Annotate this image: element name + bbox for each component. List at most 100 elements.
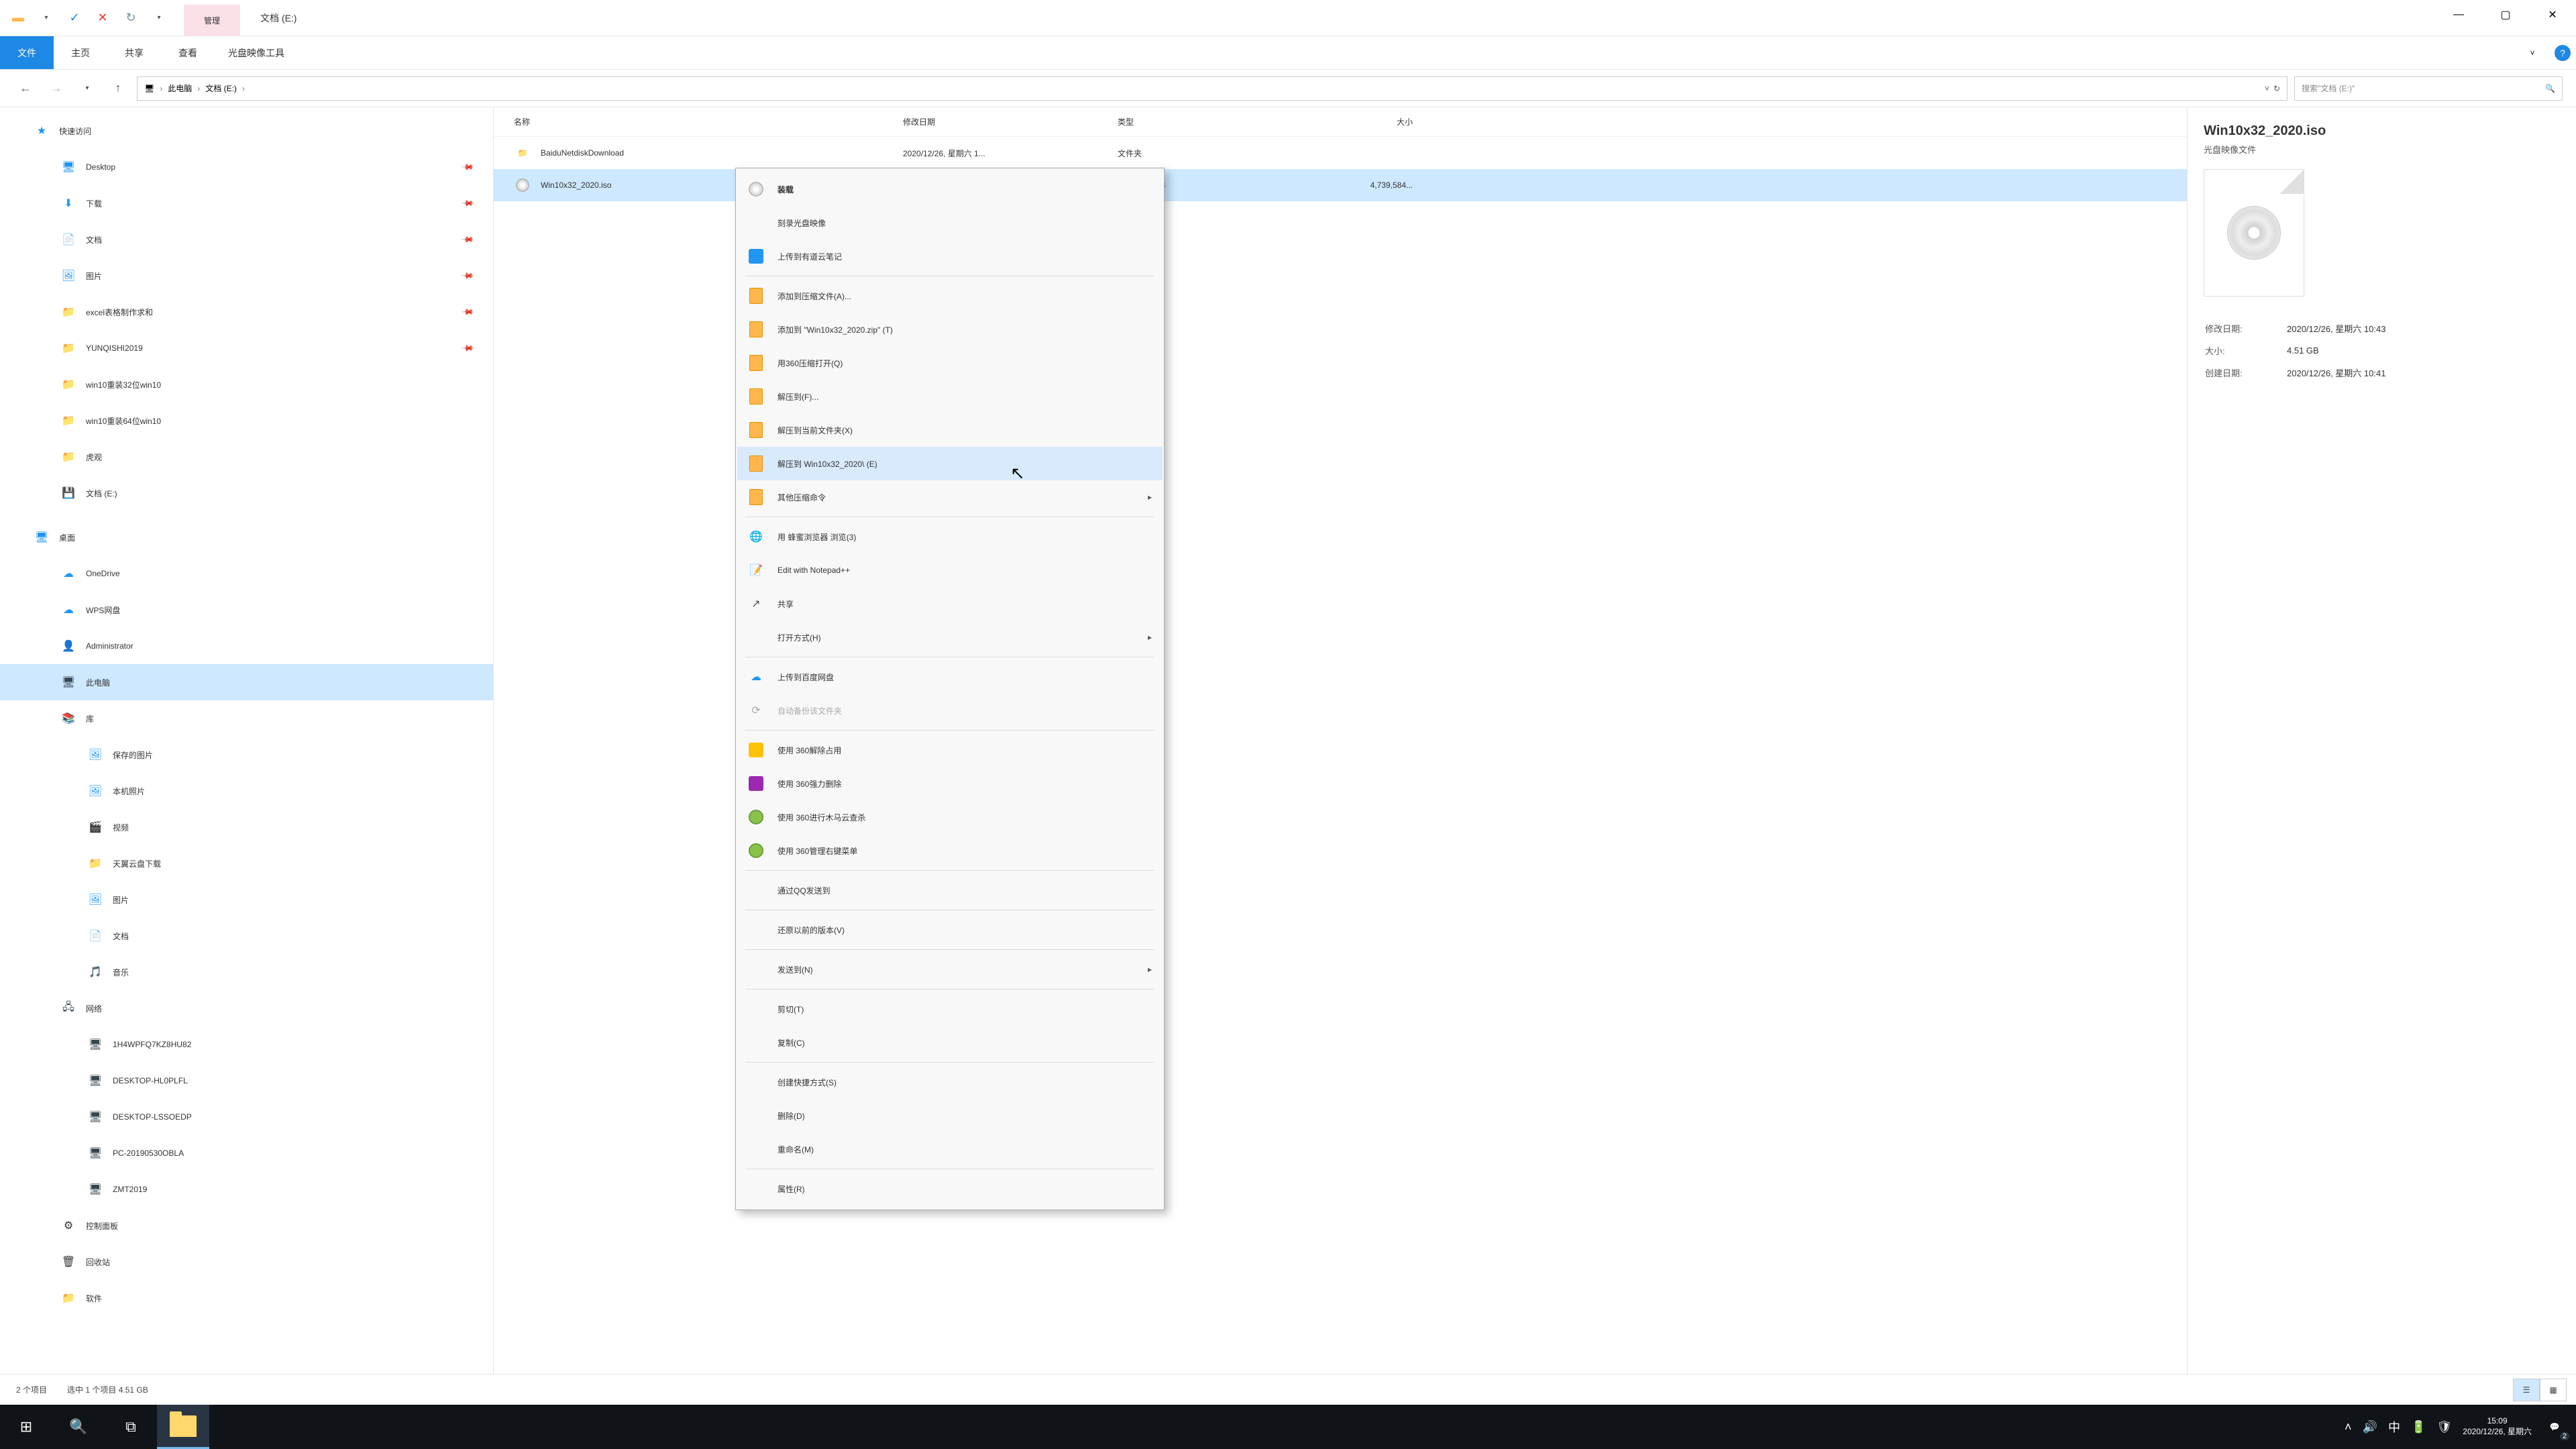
refresh-icon[interactable]: ↻ [119,7,142,30]
tree-pc2[interactable]: 🖥DESKTOP-HL0PLFL [0,1063,493,1099]
close-red-icon[interactable]: ✕ [91,7,114,30]
ctx-youdao[interactable]: 上传到有道云笔记 [737,239,1163,273]
ctx-extract-to[interactable]: 解压到(F)... [737,380,1163,413]
tree-huguan[interactable]: 📁虎观 [0,439,493,475]
home-tab[interactable]: 主页 [54,36,107,69]
task-view-button[interactable]: ⧉ [105,1405,157,1449]
search-icon[interactable]: 🔍 [2545,84,2555,93]
ctx-rename[interactable]: 重命名(M) [737,1132,1163,1166]
ctx-cut[interactable]: 剪切(T) [737,992,1163,1026]
up-button[interactable]: ↑ [106,76,130,101]
ime-icon[interactable]: 中 [2388,1418,2400,1436]
shield-icon[interactable]: 🛡 [2436,1420,2452,1434]
folder-icon[interactable]: ▬ [7,7,30,30]
file-row[interactable]: 📁BaiduNetdiskDownload 2020/12/26, 星期六 1.… [494,137,2187,169]
ctx-force-del[interactable]: 使用 360强力删除 [737,767,1163,800]
tree-tianyi[interactable]: 📁天翼云盘下载 [0,845,493,881]
start-button[interactable]: ⊞ [0,1405,52,1449]
dropdown-icon[interactable]: ▾ [35,7,58,30]
tree-win32[interactable]: 📁win10重装32位win10 [0,366,493,402]
manage-tab[interactable]: 管理 [184,5,240,36]
tree-excel[interactable]: 📁excel表格制作求和📌 [0,294,493,330]
tree-pc5[interactable]: 🖥ZMT2019 [0,1171,493,1208]
explorer-button[interactable] [157,1405,209,1449]
tree-desktop-root[interactable]: 🖥桌面 [0,519,493,555]
file-tab[interactable]: 文件 [0,36,54,69]
ctx-other-compress[interactable]: 其他压缩命令▸ [737,480,1163,514]
tree-downloads[interactable]: ⬇下载📌 [0,185,493,221]
ctx-copy[interactable]: 复制(C) [737,1026,1163,1059]
chevron-right-icon[interactable]: › [242,84,245,93]
crumb-this-pc[interactable]: 此电脑 [168,83,192,94]
ctx-fengmi[interactable]: 🌐用 蜂蜜浏览器 浏览(3) [737,520,1163,553]
view-icons-button[interactable]: ▦ [2540,1379,2567,1401]
tree-music[interactable]: 🎵音乐 [0,954,493,990]
ctx-extract-here[interactable]: 解压到当前文件夹(X) [737,413,1163,447]
tree-wps[interactable]: ☁WPS网盘 [0,592,493,628]
search-input[interactable]: 搜索"文档 (E:)" 🔍 [2294,76,2563,101]
tree-libraries[interactable]: 📚库 [0,700,493,737]
tree-pc1[interactable]: 🖥1H4WPFQ7KZ8HU82 [0,1026,493,1063]
tree-drive-e[interactable]: 💾文档 (E:) [0,475,493,511]
ctx-shortcut[interactable]: 创建快捷方式(S) [737,1065,1163,1099]
ctx-add-zip[interactable]: 添加到压缩文件(A)... [737,279,1163,313]
tree-desktop[interactable]: 🖥Desktop📌 [0,149,493,185]
close-button[interactable]: ✕ [2529,0,2576,30]
ctx-delete[interactable]: 删除(D) [737,1099,1163,1132]
battery-icon[interactable]: 🔋 [2411,1420,2426,1434]
notification-button[interactable]: 💬2 [2542,1415,2567,1439]
col-type[interactable]: 类型 [1118,116,1305,127]
view-details-button[interactable]: ☰ [2513,1379,2540,1401]
ctx-open-with[interactable]: 打开方式(H)▸ [737,621,1163,654]
ctx-trojan[interactable]: 使用 360进行木马云查杀 [737,800,1163,834]
help-button[interactable]: ? [2549,38,2576,68]
navigation-tree[interactable]: ★快速访问 🖥Desktop📌 ⬇下载📌 📄文档📌 🖼图片📌 📁excel表格制… [0,107,494,1374]
ctx-send-to[interactable]: 发送到(N)▸ [737,953,1163,986]
caret-icon[interactable]: ▾ [148,7,170,30]
ctx-manage-menu[interactable]: 使用 360管理右键菜单 [737,834,1163,867]
tree-pc3[interactable]: 🖥DESKTOP-LSSOEDP [0,1099,493,1135]
tree-software[interactable]: 📁软件 [0,1280,493,1316]
tree-yunqishi[interactable]: 📁YUNQISHI2019📌 [0,330,493,366]
ctx-unlock-360[interactable]: 使用 360解除占用 [737,733,1163,767]
tree-documents2[interactable]: 📄文档 [0,918,493,954]
col-name[interactable]: 名称 [514,116,903,127]
col-size[interactable]: 大小 [1305,116,1440,127]
ctx-restore[interactable]: 还原以前的版本(V) [737,913,1163,947]
tree-control-panel[interactable]: ⚙控制面板 [0,1208,493,1244]
chevron-right-icon[interactable]: › [197,84,200,93]
minimize-button[interactable]: — [2435,0,2482,30]
ctx-open-360[interactable]: 用360压缩打开(Q) [737,346,1163,380]
crumb-drive[interactable]: 文档 (E:) [205,83,237,94]
ctx-burn[interactable]: 刻录光盘映像 [737,206,1163,239]
tree-this-pc[interactable]: 🖥此电脑 [0,664,493,700]
chevron-right-icon[interactable]: › [160,84,162,93]
ctx-baidu[interactable]: ☁上传到百度网盘 [737,660,1163,694]
view-tab[interactable]: 查看 [161,36,215,69]
history-dropdown-icon[interactable]: ˅ [2265,84,2269,93]
tree-saved-pics[interactable]: 🖼保存的图片 [0,737,493,773]
ctx-notepad[interactable]: 📝Edit with Notepad++ [737,553,1163,587]
tree-documents[interactable]: 📄文档📌 [0,221,493,258]
ctx-mount[interactable]: 装载 [737,172,1163,206]
tree-camera-roll[interactable]: 🖼本机照片 [0,773,493,809]
search-button[interactable]: 🔍 [52,1405,105,1449]
tree-pc4[interactable]: 🖥PC-20190530OBLA [0,1135,493,1171]
tree-videos[interactable]: 🎬视频 [0,809,493,845]
ctx-add-to-zip[interactable]: 添加到 "Win10x32_2020.zip" (T) [737,313,1163,346]
disc-tools-tab[interactable]: 光盘映像工具 [215,46,298,60]
check-icon[interactable]: ✓ [63,7,86,30]
recent-dropdown[interactable]: ▾ [75,76,99,101]
tree-recycle[interactable]: 🗑回收站 [0,1244,493,1280]
ctx-qq-send[interactable]: 通过QQ发送到 [737,873,1163,907]
ctx-extract-folder[interactable]: 解压到 Win10x32_2020\ (E) [737,447,1163,480]
tray-chevron-up-icon[interactable]: ˄ [2345,1420,2352,1434]
tree-win64[interactable]: 📁win10重装64位win10 [0,402,493,439]
ctx-share[interactable]: ↗共享 [737,587,1163,621]
share-tab[interactable]: 共享 [107,36,161,69]
tree-pictures2[interactable]: 🖼图片 [0,881,493,918]
clock[interactable]: 15:09 2020/12/26, 星期六 [2463,1416,2532,1437]
ribbon-collapse-icon[interactable]: ˅ [2522,38,2549,68]
back-button[interactable]: ← [13,76,38,101]
ctx-properties[interactable]: 属性(R) [737,1172,1163,1205]
